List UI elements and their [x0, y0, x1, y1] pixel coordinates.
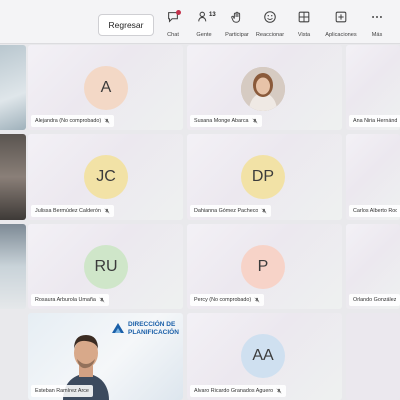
participant-tile[interactable]: Carlos Alberto Rodríguez — [346, 134, 400, 220]
notification-badge — [176, 10, 181, 15]
mic-muted-icon — [254, 297, 260, 303]
add-apps-icon — [334, 10, 348, 29]
name-tag: Alvaro Ricardo Granados Aguero — [190, 385, 287, 397]
name-tag: Rosaura Arburola Umaña — [31, 294, 109, 306]
participant-tile[interactable]: Susana Monge Abarca — [187, 45, 342, 130]
avatar: A — [84, 66, 128, 110]
mic-muted-icon — [104, 208, 110, 214]
participant-tile[interactable]: A Alejandra (No comprobado) — [28, 45, 183, 130]
name-tag: Ana Niria Hernández — [349, 115, 400, 127]
participant-tile[interactable]: JC Julissa Bermúdez Calderón — [28, 134, 183, 220]
participant-tile[interactable]: Orlando González — [346, 224, 400, 309]
planning-logo-icon — [110, 321, 126, 342]
participant-tile[interactable]: P Percy (No comprobado) — [187, 224, 342, 309]
avatar: DP — [241, 155, 285, 199]
name-tag: Alejandra (No comprobado) — [31, 115, 115, 127]
avatar: RU — [84, 245, 128, 289]
participant-tile[interactable]: Ana Niria Hernández — [346, 45, 400, 130]
name-tag: Carlos Alberto Rodríguez — [349, 205, 400, 217]
back-button[interactable]: Regresar — [98, 14, 154, 36]
apps-button[interactable]: Aplicaciones — [324, 10, 358, 40]
avatar: AA — [241, 334, 285, 378]
participant-tile[interactable]: DP Dahianna Gómez Pacheco — [187, 134, 342, 220]
chat-button[interactable]: Chat — [156, 10, 190, 40]
name-tag: Julissa Bermúdez Calderón — [31, 205, 114, 217]
name-tag: Susana Monge Abarca — [190, 115, 262, 127]
react-button[interactable]: Reaccionar — [253, 10, 287, 40]
name-tag: Orlando González — [349, 294, 400, 306]
view-button[interactable]: Vista — [287, 10, 321, 40]
raise-hand-button[interactable]: Participar — [220, 10, 254, 40]
name-tag: Esteban Ramírez Arce — [31, 385, 93, 397]
grid-view-icon — [297, 10, 311, 29]
participant-tile[interactable]: AA Alvaro Ricardo Granados Aguero — [187, 313, 342, 400]
name-tag: Dahianna Gómez Pacheco — [190, 205, 272, 217]
people-count: 13 — [209, 12, 216, 18]
avatar: JC — [84, 155, 128, 199]
mic-muted-icon — [99, 297, 105, 303]
avatar: P — [241, 245, 285, 289]
name-tag: Percy (No comprobado) — [190, 294, 265, 306]
people-button[interactable]: 13 Gente — [187, 10, 221, 40]
video-tile-partial — [0, 224, 26, 309]
video-tile-partial — [0, 134, 26, 220]
participant-tile[interactable]: RU Rosaura Arburola Umaña — [28, 224, 183, 309]
meeting-toolbar: Regresar Chat 13 Gente Participar Reacci… — [0, 0, 400, 44]
smile-icon — [263, 10, 277, 29]
banner-text: DIRECCIÓN DE PLANIFICACIÓN — [128, 321, 179, 336]
more-button[interactable]: Más — [360, 10, 394, 40]
video-tile-partial — [0, 45, 26, 130]
participant-video-tile[interactable]: DIRECCIÓN DE PLANIFICACIÓN Esteban Ramír… — [28, 313, 183, 400]
raise-hand-icon — [230, 10, 244, 29]
more-icon — [370, 10, 384, 29]
mic-muted-icon — [262, 208, 267, 214]
mic-muted-icon — [252, 118, 257, 124]
mic-muted-icon — [104, 118, 110, 124]
avatar-photo — [241, 67, 285, 111]
empty-tile — [346, 313, 400, 400]
mic-muted-icon — [276, 388, 282, 394]
